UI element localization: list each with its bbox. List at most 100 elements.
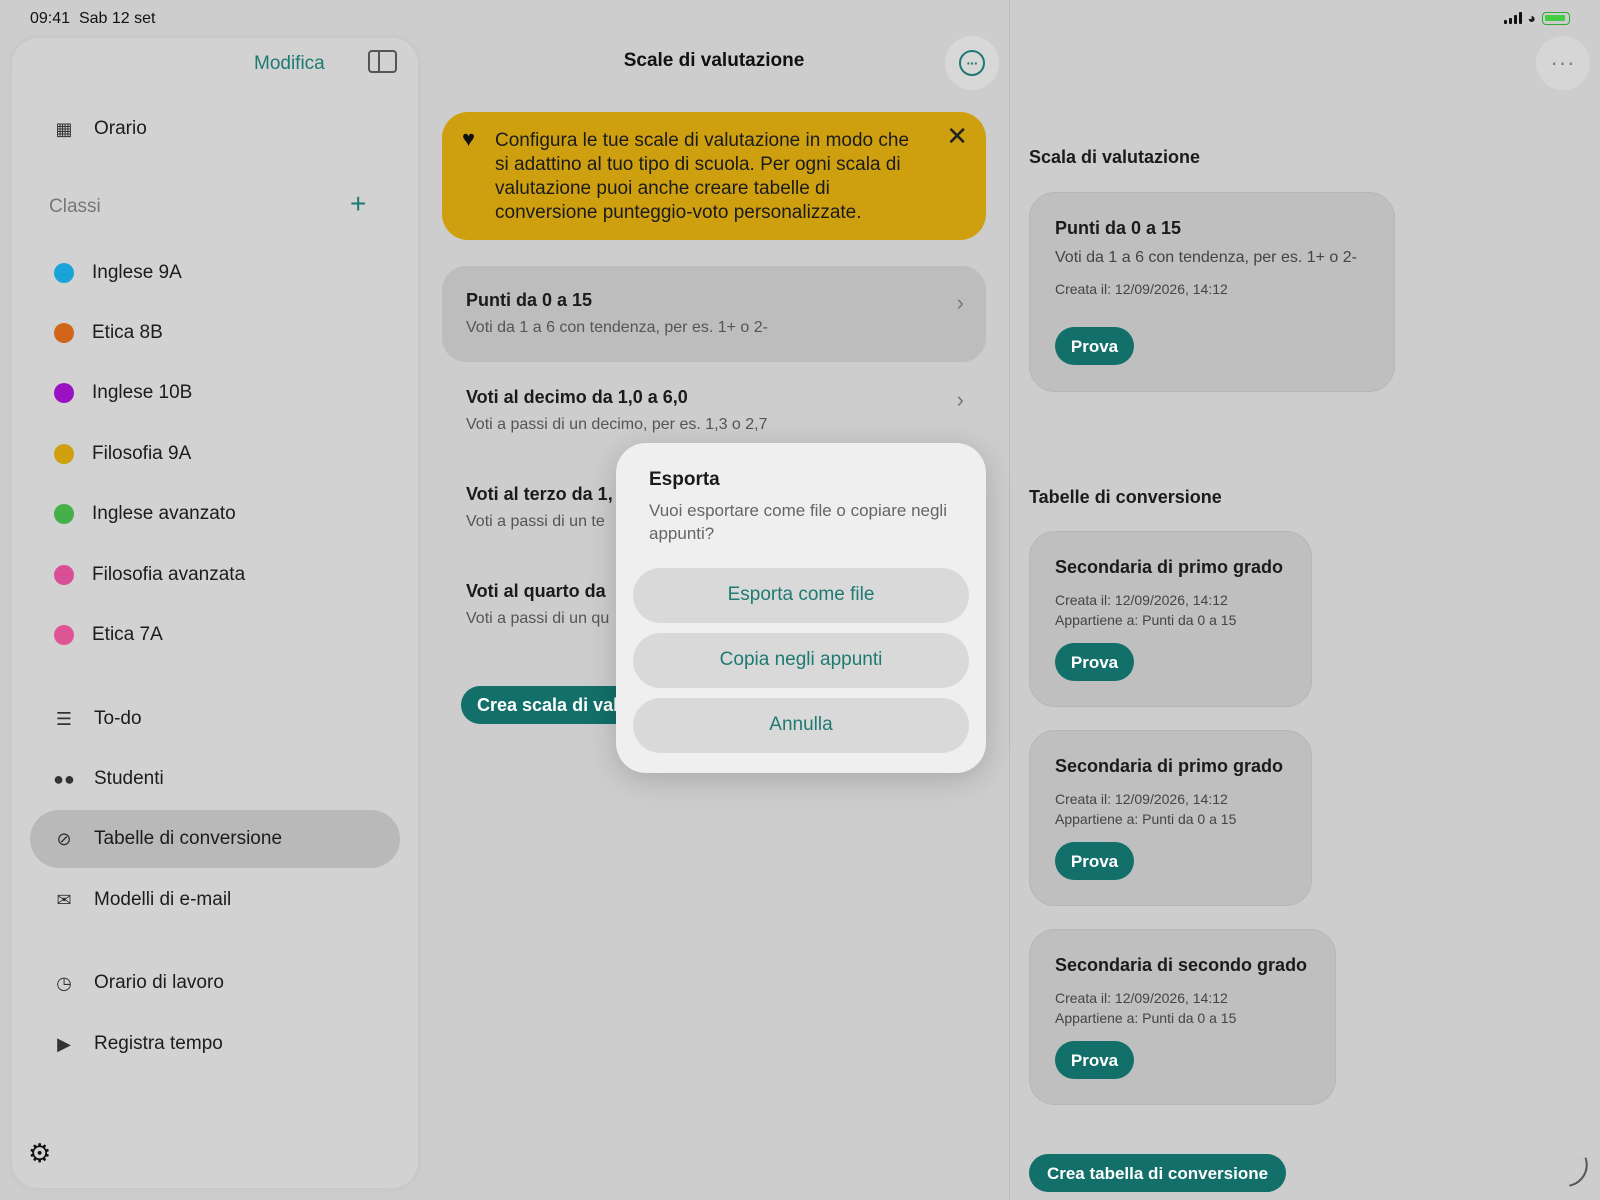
sidebar-class-item[interactable]: Filosofia 9A	[30, 425, 400, 483]
card-belongs: Appartiene a: Punti da 0 a 15	[1055, 1010, 1237, 1026]
wifi-icon: ◕	[1527, 10, 1536, 26]
sidebar-item-label: Registra tempo	[94, 1033, 223, 1054]
sidebar-class-item[interactable]: Inglese avanzato	[30, 485, 400, 543]
clock-icon: ◷	[56, 972, 72, 993]
clock-text: 09:41	[30, 10, 71, 27]
pane-divider	[1009, 0, 1010, 1200]
sidebar-item-todo[interactable]: ☰ To-do	[30, 690, 400, 748]
play-icon: ▶	[57, 1033, 71, 1054]
gear-icon[interactable]: ⚙	[28, 1138, 51, 1169]
card-created: Creata il: 12/09/2026, 14:12	[1055, 791, 1228, 807]
heart-icon: ♥	[462, 126, 476, 151]
scale-section-header: Scala di valutazione	[1029, 147, 1201, 167]
class-color-dot	[54, 323, 74, 343]
sidebar-item-studenti[interactable]: ●● Studenti	[30, 750, 400, 808]
card-subtitle: Voti da 1 a 6 con tendenza, per es. 1+ o…	[1055, 249, 1357, 266]
sidebar-item-label: Filosofia avanzata	[92, 564, 246, 585]
sidebar-class-item[interactable]: Etica 8B	[30, 304, 400, 362]
conversion-icon: ⊘	[56, 828, 72, 849]
ellipsis-icon: ···	[959, 50, 985, 76]
export-file-button[interactable]: Esporta come file	[633, 568, 969, 623]
sidebar-item-label: Orario	[94, 118, 147, 139]
sidebar-item-label: Orario di lavoro	[94, 972, 224, 993]
scroll-indicator	[1563, 1157, 1593, 1187]
banner-text: Configura le tue scale di valutazione in…	[495, 130, 910, 223]
conversion-table-card: Secondaria di primo grado Creata il: 12/…	[1029, 730, 1312, 906]
sidebar-item-label: Filosofia 9A	[92, 443, 192, 464]
sidebar-class-item[interactable]: Filosofia avanzata	[30, 546, 400, 604]
card-created: Creata il: 12/09/2026, 14:12	[1055, 592, 1228, 608]
class-color-dot	[54, 263, 74, 283]
classes-header: Classi	[49, 196, 101, 217]
copy-clipboard-button[interactable]: Copia negli appunti	[633, 633, 969, 688]
card-title: Punti da 0 a 15	[1055, 218, 1182, 238]
scale-title: Punti da 0 a 15	[466, 290, 593, 310]
sidebar-item-label: Inglese 10B	[92, 382, 193, 403]
sidebar-item-email[interactable]: ✉ Modelli di e-mail	[30, 871, 400, 929]
sidebar-class-item[interactable]: Etica 7A	[30, 606, 400, 664]
create-scale-button[interactable]: Crea scala di valu	[461, 686, 641, 724]
sidebar-item-label: Tabelle di conversione	[94, 828, 283, 849]
sidebar-item-orario-lavoro[interactable]: ◷ Orario di lavoro	[30, 954, 400, 1012]
sidebar-item-label: Etica 8B	[92, 322, 163, 343]
date-text: Sab 12 set	[78, 10, 156, 27]
scale-row[interactable]: Punti da 0 a 15 Voti da 1 a 6 con tenden…	[442, 266, 986, 362]
sidebar-item-orario[interactable]: ▦ Orario	[30, 100, 400, 158]
conversion-table-card: Secondaria di secondo grado Creata il: 1…	[1029, 929, 1336, 1105]
sidebar-class-item[interactable]: Inglese 9A	[30, 244, 400, 302]
checklist-icon: ☰	[55, 708, 73, 729]
try-button[interactable]: Prova	[1055, 327, 1134, 365]
detail-more-button[interactable]: ···	[1536, 36, 1590, 90]
card-title: Secondaria di primo grado	[1055, 756, 1284, 776]
sidebar-item-label: To-do	[94, 708, 142, 729]
cancel-button[interactable]: Annulla	[633, 698, 969, 753]
signal-icon	[1503, 12, 1522, 24]
card-belongs: Appartiene a: Punti da 0 a 15	[1055, 811, 1237, 827]
card-belongs: Appartiene a: Punti da 0 a 15	[1055, 612, 1237, 628]
battery-icon	[1542, 11, 1570, 25]
try-button[interactable]: Prova	[1055, 842, 1134, 880]
class-color-dot	[54, 625, 74, 645]
sidebar: Modifica ▦ Orario Classi + Inglese 9A Et…	[12, 38, 418, 1188]
sidebar-class-item[interactable]: Inglese 10B	[30, 364, 400, 422]
more-options-button[interactable]: ···	[945, 36, 999, 90]
export-dialog: Esporta Vuoi esportare come file o copia…	[616, 443, 986, 773]
page-title: Scale di valutazione	[623, 50, 805, 71]
calendar-icon: ▦	[55, 118, 73, 139]
card-created: Creata il: 12/09/2026, 14:12	[1055, 990, 1228, 1006]
chevron-right-icon: ›	[956, 387, 964, 412]
scale-title: Voti al decimo da 1,0 a 6,0	[466, 387, 688, 407]
sidebar-toggle-icon[interactable]	[368, 50, 397, 73]
scale-subtitle: Voti da 1 a 6 con tendenza, per es. 1+ o…	[466, 319, 768, 336]
dialog-message: Vuoi esportare come file o copiare negli…	[649, 501, 947, 543]
add-class-icon[interactable]: +	[350, 188, 366, 220]
sidebar-item-tabelle[interactable]: ⊘ Tabelle di conversione	[30, 810, 400, 868]
sidebar-item-label: Etica 7A	[92, 624, 163, 645]
dialog-title: Esporta	[649, 469, 720, 490]
class-color-dot	[54, 565, 74, 585]
class-color-dot	[54, 504, 74, 524]
sidebar-item-label: Inglese avanzato	[92, 503, 236, 524]
chevron-right-icon: ›	[956, 290, 964, 315]
class-color-dot	[54, 444, 74, 464]
class-color-dot	[54, 383, 74, 403]
scale-card: Punti da 0 a 15 Voti da 1 a 6 con tenden…	[1029, 192, 1395, 392]
close-icon[interactable]: ✕	[946, 123, 968, 149]
sidebar-item-label: Inglese 9A	[92, 262, 182, 283]
create-conversion-table-button[interactable]: Crea tabella di conversione	[1029, 1154, 1286, 1192]
card-created: Creata il: 12/09/2026, 14:12	[1055, 281, 1228, 297]
conversion-table-card: Secondaria di primo grado Creata il: 12/…	[1029, 531, 1312, 707]
status-time: 09:41 Sab 12 set	[30, 10, 155, 28]
scale-subtitle: Voti a passi di un decimo, per es. 1,3 o…	[466, 416, 768, 433]
info-banner: ♥ Configura le tue scale di valutazione …	[442, 112, 986, 240]
status-icons: ◕	[1503, 10, 1570, 26]
edit-button[interactable]: Modifica	[254, 53, 325, 75]
try-button[interactable]: Prova	[1055, 643, 1134, 681]
card-title: Secondaria di primo grado	[1055, 557, 1284, 577]
sidebar-item-registra[interactable]: ▶ Registra tempo	[30, 1015, 400, 1073]
sidebar-item-label: Studenti	[94, 768, 164, 789]
envelope-icon: ✉	[56, 889, 72, 910]
try-button[interactable]: Prova	[1055, 1041, 1134, 1079]
card-title: Secondaria di secondo grado	[1055, 955, 1308, 975]
sidebar-item-label: Modelli di e-mail	[94, 889, 232, 910]
